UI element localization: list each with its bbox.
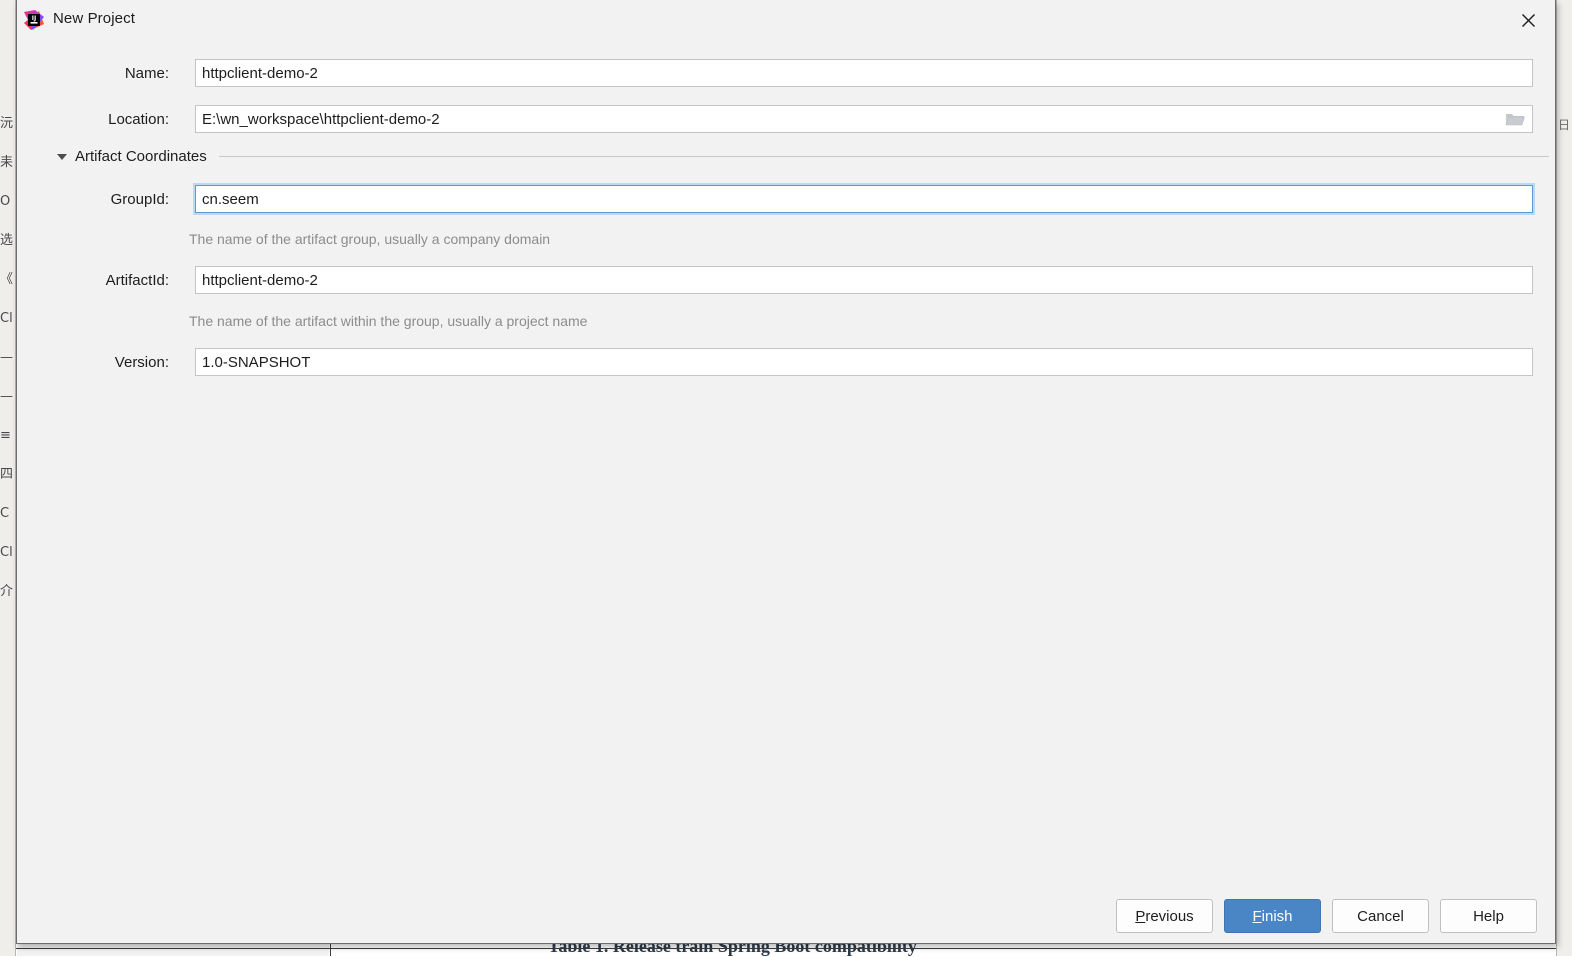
finish-button-label: inish bbox=[1262, 908, 1293, 925]
version-input[interactable] bbox=[195, 348, 1533, 376]
new-project-dialog: IJ New Project Name: Location: bbox=[16, 0, 1556, 944]
help-button[interactable]: Help bbox=[1440, 899, 1537, 933]
groupid-input[interactable] bbox=[195, 185, 1533, 213]
background-table-rule bbox=[16, 948, 1556, 949]
previous-button-mnemonic: P bbox=[1135, 908, 1145, 925]
close-icon[interactable] bbox=[1501, 0, 1555, 40]
artifactid-label: ArtifactId: bbox=[41, 272, 169, 289]
artifactid-hint: The name of the artifact within the grou… bbox=[189, 313, 587, 329]
cancel-button-label: Cancel bbox=[1357, 908, 1404, 925]
name-field-row: Name: bbox=[41, 59, 1533, 87]
previous-button[interactable]: Previous bbox=[1116, 899, 1213, 933]
cancel-button[interactable]: Cancel bbox=[1332, 899, 1429, 933]
svg-text:IJ: IJ bbox=[32, 15, 36, 22]
background-table-column-divider bbox=[330, 944, 331, 956]
groupid-label: GroupId: bbox=[41, 191, 169, 208]
previous-button-label: revious bbox=[1145, 908, 1193, 925]
version-field-row: Version: bbox=[41, 348, 1533, 376]
intellij-idea-icon: IJ bbox=[23, 9, 45, 31]
section-divider bbox=[219, 156, 1549, 157]
location-input[interactable] bbox=[195, 105, 1533, 133]
dialog-titlebar: IJ New Project bbox=[17, 0, 1555, 40]
location-label: Location: bbox=[41, 111, 169, 128]
dialog-title: New Project bbox=[53, 10, 135, 27]
background-right-panel bbox=[1557, 0, 1572, 956]
name-label: Name: bbox=[41, 65, 169, 82]
artifact-coordinates-title: Artifact Coordinates bbox=[75, 148, 207, 165]
finish-button-mnemonic: F bbox=[1252, 908, 1261, 925]
dialog-button-bar: Previous Finish Cancel Help bbox=[17, 899, 1557, 933]
background-right-glyph: 日 bbox=[1558, 116, 1572, 133]
chevron-down-icon[interactable] bbox=[57, 154, 67, 160]
finish-button[interactable]: Finish bbox=[1224, 899, 1321, 933]
artifact-coordinates-section-header[interactable]: Artifact Coordinates bbox=[57, 148, 1549, 165]
background-left-glyphs: 沅耒O选《Cl——≡四CCl介 bbox=[0, 104, 15, 611]
name-input[interactable] bbox=[195, 59, 1533, 87]
groupid-hint: The name of the artifact group, usually … bbox=[189, 231, 550, 247]
version-label: Version: bbox=[41, 354, 169, 371]
help-button-label: Help bbox=[1473, 908, 1504, 925]
artifactid-input[interactable] bbox=[195, 266, 1533, 294]
artifactid-field-row: ArtifactId: bbox=[41, 266, 1533, 294]
folder-icon[interactable] bbox=[1505, 111, 1525, 127]
groupid-field-row: GroupId: bbox=[41, 185, 1533, 213]
location-field-row: Location: bbox=[41, 105, 1533, 133]
background-table-cell bbox=[17, 944, 329, 956]
